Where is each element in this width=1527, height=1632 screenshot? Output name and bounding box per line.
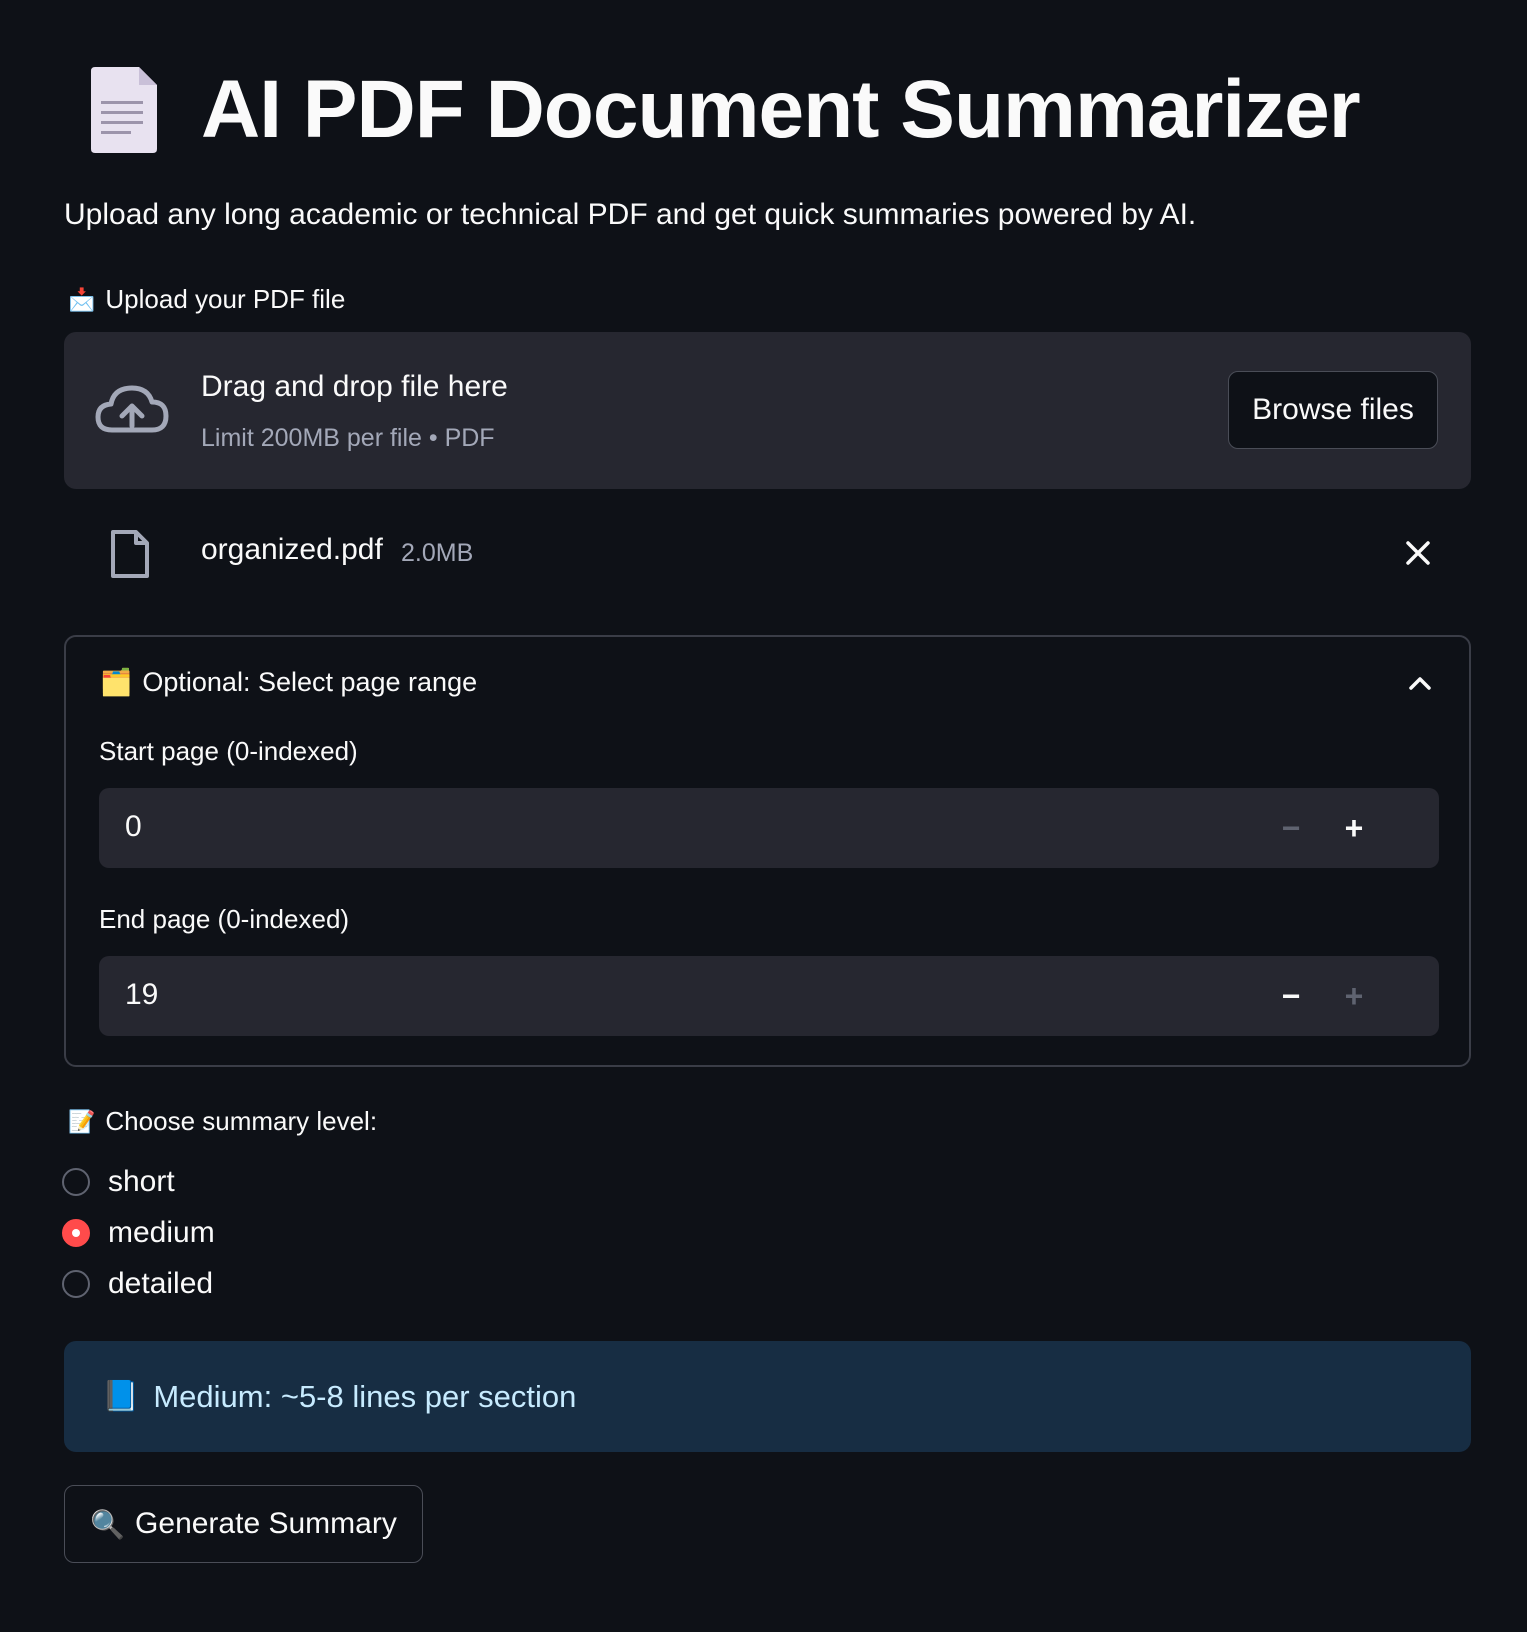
end-page-value[interactable]: 19	[125, 978, 158, 1012]
end-page-input[interactable]: 19 − +	[99, 956, 1439, 1036]
radio-option-detailed[interactable]: detailed	[62, 1264, 213, 1304]
start-page-increment-button[interactable]: +	[1334, 808, 1374, 848]
summary-level-label: 📝 Choose summary level:	[68, 1106, 377, 1137]
title-row: AI PDF Document Summarizer	[87, 60, 1361, 160]
upload-label: 📩 Upload your PDF file	[68, 284, 345, 315]
radio-label: detailed	[108, 1267, 214, 1300]
radio-button[interactable]	[62, 1168, 90, 1196]
radio-label: short	[108, 1165, 175, 1198]
page-subtitle: Upload any long academic or technical PD…	[64, 198, 1197, 231]
app-main: AI PDF Document Summarizer Upload any lo…	[0, 0, 1527, 1632]
upload-limit-text: Limit 200MB per file • PDF	[201, 424, 495, 452]
radio-button[interactable]	[62, 1270, 90, 1298]
generate-summary-label: Generate Summary	[135, 1507, 397, 1540]
page-range-expander: 🗂️ Optional: Select page range Start pag…	[64, 635, 1471, 1067]
start-page-value[interactable]: 0	[125, 810, 142, 844]
cloud-upload-icon	[95, 385, 169, 433]
expander-title: Optional: Select page range	[142, 667, 478, 697]
file-name: organized.pdf	[201, 533, 383, 566]
file-icon	[111, 530, 149, 578]
page-facing-up-icon	[91, 67, 157, 153]
info-alert: 📘 Medium: ~5-8 lines per section	[64, 1341, 1471, 1452]
end-page-increment-button[interactable]: +	[1334, 976, 1374, 1016]
chevron-up-icon[interactable]	[1408, 675, 1432, 691]
expander-header[interactable]: 🗂️ Optional: Select page range	[100, 667, 477, 698]
generate-summary-button[interactable]: 🔍 Generate Summary	[64, 1485, 423, 1563]
card-index-dividers-icon: 🗂️	[100, 667, 133, 697]
blue-book-icon: 📘	[102, 1380, 140, 1413]
radio-option-medium[interactable]: medium	[62, 1213, 215, 1253]
summary-level-label-text: Choose summary level:	[105, 1106, 378, 1136]
file-size: 2.0MB	[401, 539, 474, 567]
radio-label: medium	[108, 1216, 215, 1249]
end-page-decrement-button[interactable]: −	[1271, 976, 1311, 1016]
start-page-label: Start page (0-indexed)	[99, 736, 358, 766]
close-icon[interactable]	[1404, 539, 1432, 567]
radio-button-selected[interactable]	[62, 1219, 90, 1247]
memo-icon: 📝	[68, 1108, 96, 1134]
page-title: AI PDF Document Summarizer	[201, 64, 1361, 155]
radio-option-short[interactable]: short	[62, 1162, 175, 1202]
end-page-label: End page (0-indexed)	[99, 904, 350, 934]
drop-instructions: Drag and drop file here	[201, 370, 508, 403]
info-text: Medium: ~5-8 lines per section	[153, 1378, 577, 1414]
upload-label-text: Upload your PDF file	[105, 284, 346, 314]
magnifying-glass-icon: 🔍	[90, 1508, 126, 1540]
inbox-tray-icon: 📩	[68, 286, 96, 312]
uploaded-file-item: organized.pdf 2.0MB	[64, 515, 1471, 590]
start-page-decrement-button[interactable]: −	[1271, 808, 1311, 848]
start-page-input[interactable]: 0 − +	[99, 788, 1439, 868]
browse-files-button[interactable]: Browse files	[1228, 371, 1438, 449]
file-dropzone[interactable]: Drag and drop file here Limit 200MB per …	[64, 332, 1471, 489]
